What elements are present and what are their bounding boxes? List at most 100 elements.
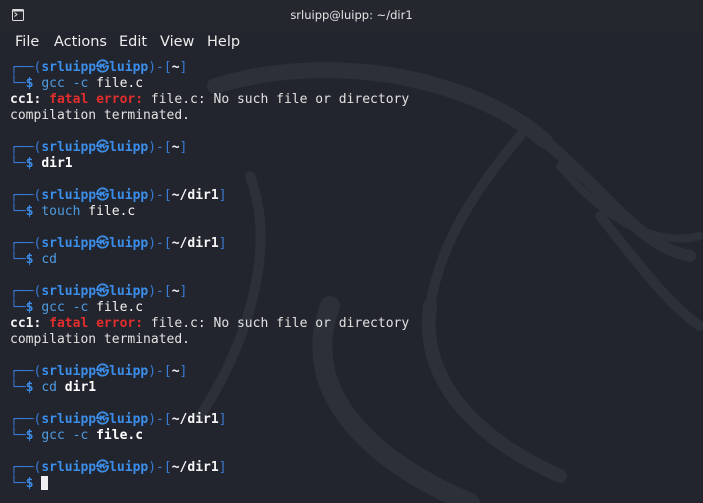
menu-edit[interactable]: Edit <box>119 34 147 50</box>
error-label: fatal error: <box>49 316 151 331</box>
prompt-user-host: srluipp㉿luipp <box>41 188 149 203</box>
diagnostic-source: cc1: <box>10 92 50 107</box>
prompt-corner: └─ <box>10 252 26 267</box>
prompt-corner: ┌──( <box>10 188 42 203</box>
output-text: compilation terminated. <box>10 108 191 123</box>
text-cursor <box>41 476 49 490</box>
prompt-dollar: $ <box>25 204 34 219</box>
prompt-bracket: ] <box>218 236 227 251</box>
prompt-bracket: ] <box>179 364 188 379</box>
prompt-corner: └─ <box>10 380 26 395</box>
command-line: └─$ gcc -c file.c <box>10 428 700 444</box>
prompt-bracket: )-[ <box>148 460 172 475</box>
prompt-bracket: )-[ <box>148 364 172 379</box>
prompt-bracket: )-[ <box>148 140 172 155</box>
output-line: compilation terminated. <box>10 108 700 124</box>
command-arg: file.c <box>96 300 144 315</box>
prompt-bracket: )-[ <box>148 236 172 251</box>
prompt-corner: ┌──( <box>10 284 42 299</box>
prompt-dollar: $ <box>25 252 34 267</box>
output-line: cc1: fatal error: file.c: No such file o… <box>10 316 700 332</box>
output-text: file.c: No such file or directory <box>150 316 410 331</box>
prompt-user-host: srluipp㉿luipp <box>41 236 149 251</box>
prompt-line: ┌──(srluipp㉿luipp)-[~/dir1] <box>10 460 700 476</box>
prompt-path: ~ <box>171 140 180 155</box>
command-line: └─$ <box>10 476 700 492</box>
prompt-path: ~ <box>171 60 180 75</box>
prompt-corner: └─ <box>10 300 26 315</box>
prompt-user-host: srluipp㉿luipp <box>41 412 149 427</box>
menu-help[interactable]: Help <box>207 34 240 50</box>
output-text: file.c: No such file or directory <box>150 92 410 107</box>
menu-file[interactable]: File <box>15 34 39 50</box>
prompt-path: ~/dir1 <box>171 188 219 203</box>
prompt-corner: └─ <box>10 476 26 491</box>
prompt-user-host: srluipp㉿luipp <box>41 284 149 299</box>
prompt-path: ~/dir1 <box>171 236 219 251</box>
command-name: cd <box>41 252 57 267</box>
command-name: touch <box>41 204 81 219</box>
prompt-dollar: $ <box>25 380 34 395</box>
prompt-user-host: srluipp㉿luipp <box>41 60 149 75</box>
prompt-line: ┌──(srluipp㉿luipp)-[~] <box>10 364 700 380</box>
prompt-dollar: $ <box>25 476 34 491</box>
prompt-corner: └─ <box>10 204 26 219</box>
prompt-user-host: srluipp㉿luipp <box>41 140 149 155</box>
prompt-corner: ┌──( <box>10 236 42 251</box>
window-title: srluipp@luipp: ~/dir1 <box>290 8 413 22</box>
command-arg: dir1 <box>41 156 73 171</box>
menu-actions[interactable]: Actions <box>54 34 107 50</box>
prompt-bracket: )-[ <box>148 284 172 299</box>
output-line: compilation terminated. <box>10 332 700 348</box>
menu-bar: File Actions Edit View Help <box>0 31 703 56</box>
error-label: fatal error: <box>49 92 151 107</box>
command-arg: -c <box>72 300 89 315</box>
prompt-corner: ┌──( <box>10 60 42 75</box>
command-name: gcc <box>41 300 65 315</box>
prompt-bracket: ] <box>179 60 188 75</box>
terminal-output[interactable]: ┌──(srluipp㉿luipp)-[~] └─$ gcc -c file.c c… <box>10 60 700 492</box>
title-bar[interactable]: srluipp@luipp: ~/dir1 <box>0 0 703 31</box>
command-line: └─$ gcc -c file.c <box>10 300 700 316</box>
prompt-path: ~ <box>171 284 180 299</box>
prompt-bracket: )-[ <box>148 188 172 203</box>
command-arg: file.c <box>96 428 144 443</box>
prompt-line: ┌──(srluipp㉿luipp)-[~/dir1] <box>10 236 700 252</box>
command-arg: -c <box>72 76 89 91</box>
command-line: └─$ gcc -c file.c <box>10 76 700 92</box>
prompt-corner: └─ <box>10 156 26 171</box>
output-text: compilation terminated. <box>10 332 191 347</box>
prompt-line: ┌──(srluipp㉿luipp)-[~] <box>10 140 700 156</box>
command-arg: file.c <box>88 204 136 219</box>
terminal-window: srluipp@luipp: ~/dir1 File Actions Edit … <box>0 0 703 503</box>
menu-view[interactable]: View <box>160 34 194 50</box>
output-line: cc1: fatal error: file.c: No such file o… <box>10 92 700 108</box>
prompt-dollar: $ <box>25 300 34 315</box>
prompt-line: ┌──(srluipp㉿luipp)-[~/dir1] <box>10 188 700 204</box>
command-arg: dir1 <box>64 380 97 395</box>
prompt-line: ┌──(srluipp㉿luipp)-[~] <box>10 60 700 76</box>
prompt-corner: ┌──( <box>10 412 42 427</box>
prompt-bracket: ] <box>179 284 188 299</box>
command-name: gcc <box>41 76 65 91</box>
command-arg: -c <box>72 428 89 443</box>
prompt-dollar: $ <box>25 428 34 443</box>
prompt-path: ~ <box>171 364 180 379</box>
command-name: cd <box>41 380 57 395</box>
prompt-bracket: ] <box>218 412 227 427</box>
prompt-bracket: )-[ <box>148 412 172 427</box>
prompt-dollar: $ <box>25 156 34 171</box>
prompt-corner: ┌──( <box>10 364 42 379</box>
prompt-corner: └─ <box>10 428 26 443</box>
prompt-bracket: ] <box>179 140 188 155</box>
prompt-user-host: srluipp㉿luipp <box>41 460 149 475</box>
prompt-corner: ┌──( <box>10 140 42 155</box>
prompt-bracket: )-[ <box>148 60 172 75</box>
